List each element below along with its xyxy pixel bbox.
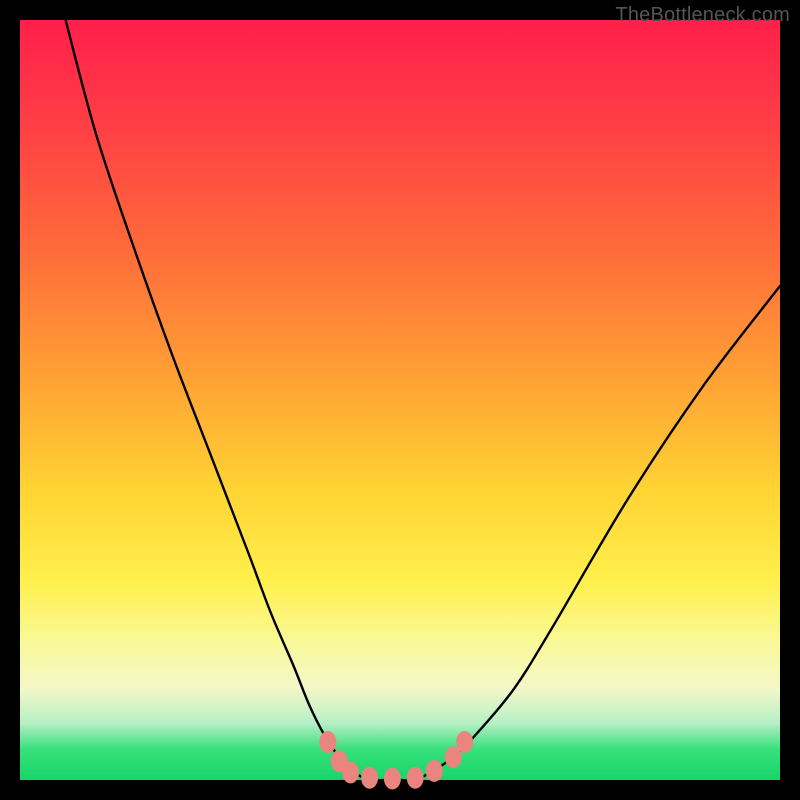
valley-marker xyxy=(384,767,401,789)
chart-plot-area xyxy=(20,20,780,780)
chart-svg xyxy=(20,20,780,780)
chart-frame: TheBottleneck.com xyxy=(0,0,800,800)
valley-marker xyxy=(361,767,378,789)
watermark-text: TheBottleneck.com xyxy=(615,4,790,27)
bottleneck-curve xyxy=(66,20,780,781)
valley-markers xyxy=(319,731,473,789)
valley-marker xyxy=(456,731,473,753)
valley-marker xyxy=(342,761,359,783)
valley-marker xyxy=(319,731,336,753)
valley-marker xyxy=(407,767,424,789)
valley-marker xyxy=(426,760,443,782)
